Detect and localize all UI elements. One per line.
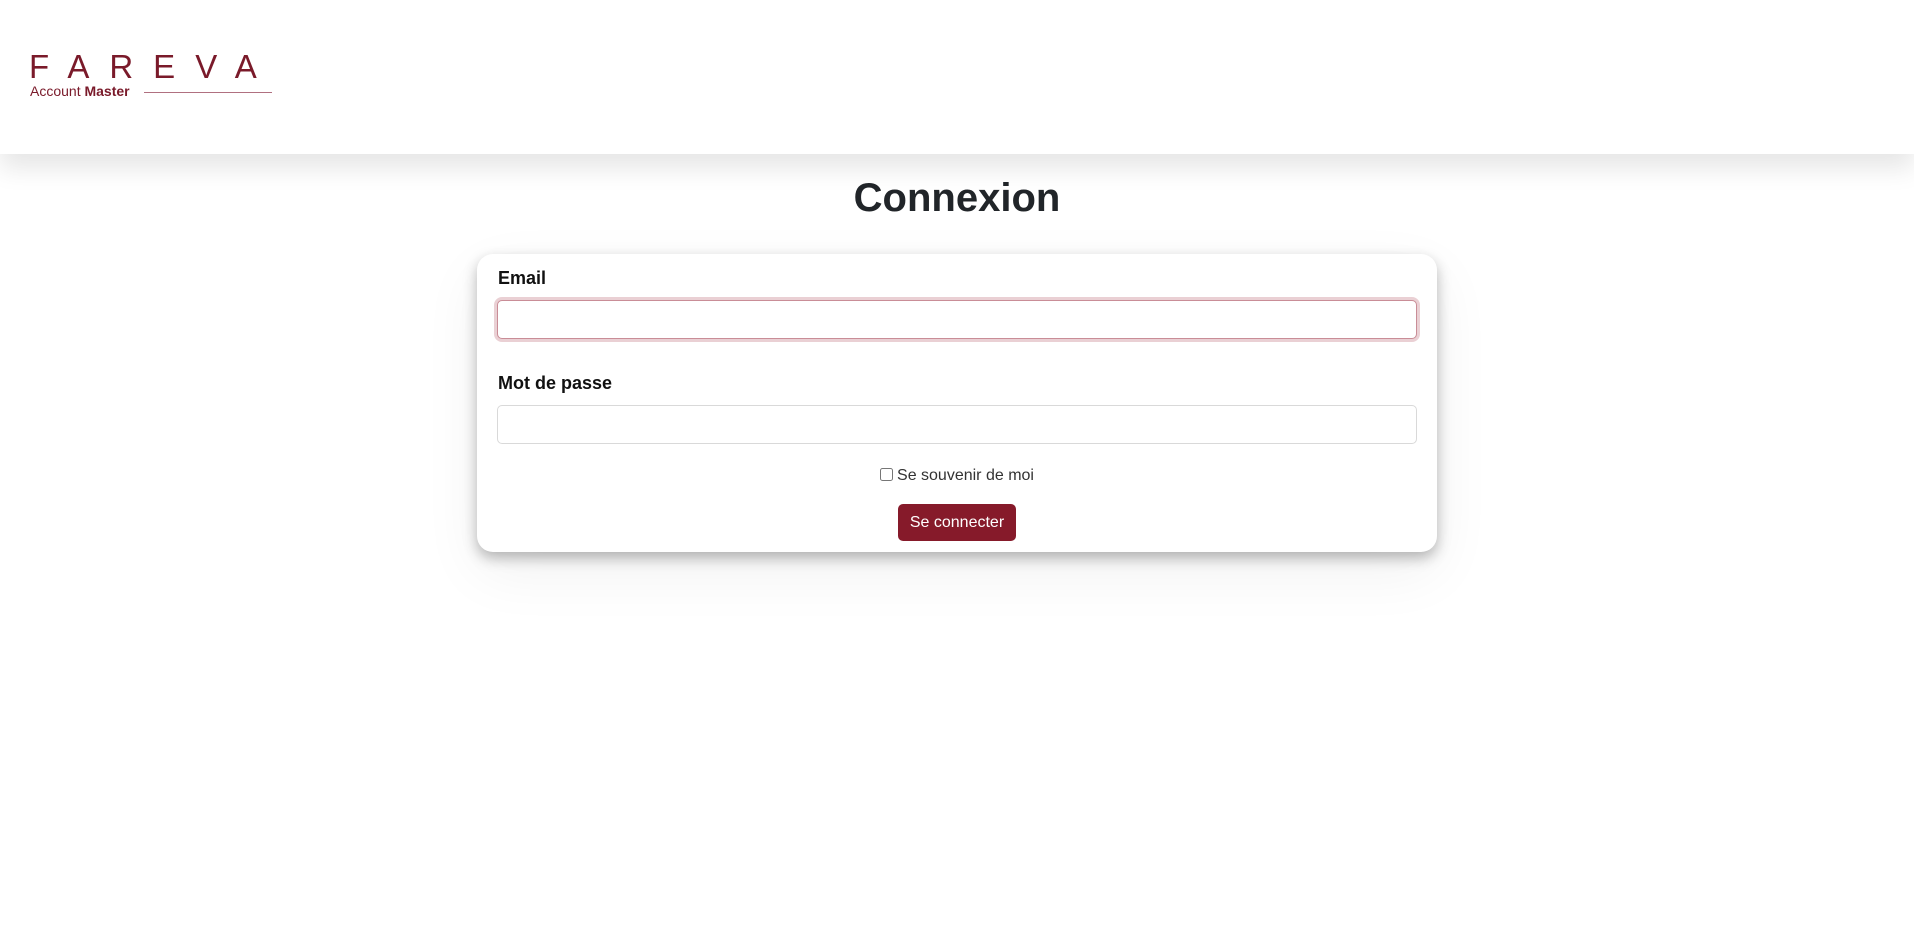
remember-me-label[interactable]: Se souvenir de moi	[897, 467, 1034, 484]
page-title: Connexion	[853, 176, 1061, 220]
password-label: Mot de passe	[498, 373, 613, 393]
email-label: Email	[498, 268, 547, 288]
logo-underline	[144, 92, 272, 93]
remember-me-row: Se souvenir de moi	[477, 466, 1437, 486]
fareva-account-master-logo[interactable]: FAREVA Account Master	[29, 50, 273, 102]
site-header: FAREVA Account Master	[0, 0, 1914, 154]
login-form-card: Email Mot de passe Se souvenir de moi Se…	[477, 254, 1437, 552]
logo-subtitle-master: Master	[84, 83, 130, 99]
email-input[interactable]	[497, 300, 1417, 339]
remember-me-checkbox[interactable]	[880, 468, 894, 481]
logo-subtitle: Account Master	[30, 83, 130, 99]
logo-brand-text: FAREVA	[29, 48, 277, 85]
login-submit-button[interactable]: Se connecter	[898, 504, 1016, 541]
password-input[interactable]	[497, 405, 1417, 444]
logo-subtitle-account: Account	[30, 83, 81, 99]
